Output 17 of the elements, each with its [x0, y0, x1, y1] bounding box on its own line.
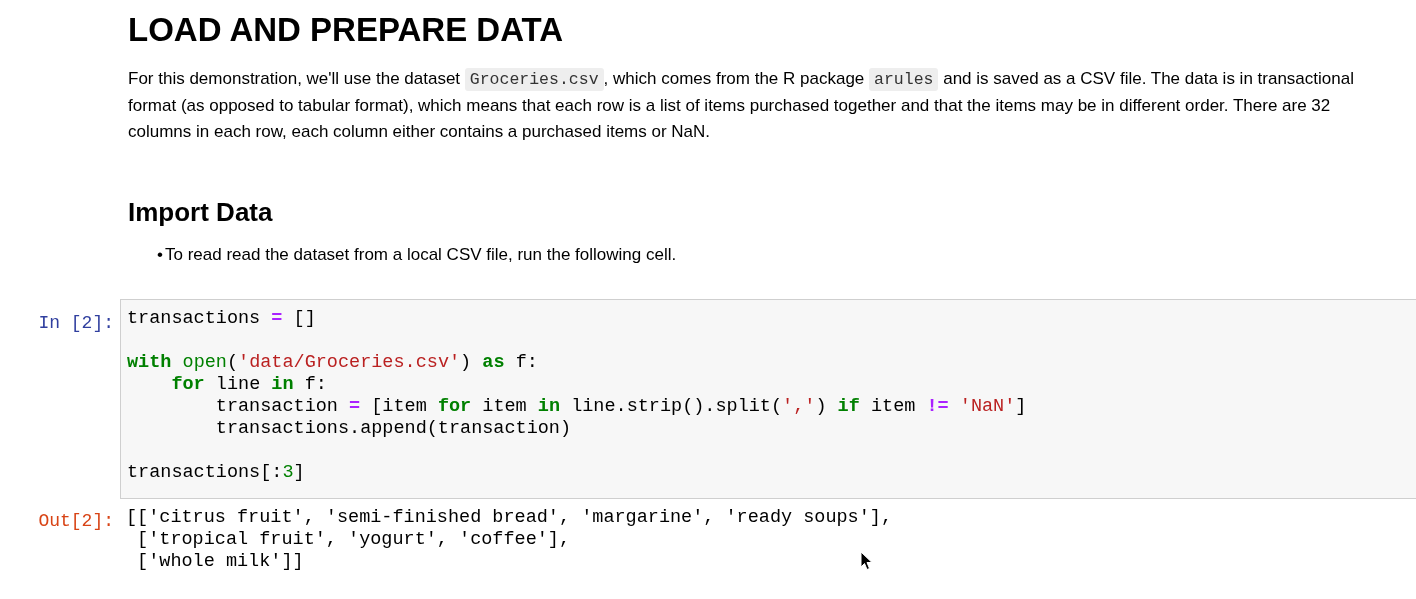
output-line: [['citrus fruit', 'semi-finished bread', 'margarine', 'ready soups'], [126, 507, 893, 530]
subheading: Import Data [128, 196, 274, 228]
code-line: transaction = [item for item in line.strip().split(',') if item != 'NaN'] [215, 396, 1027, 419]
input-prompt: In [2]: [37, 312, 115, 336]
code-line: transactions.append(transaction) [215, 418, 572, 441]
bullet-marker: • [156, 243, 163, 266]
code-line: for line in f: [171, 374, 327, 397]
code-line: with open('data/Groceries.csv') as f: [127, 352, 538, 375]
mouse-cursor-icon [860, 551, 873, 571]
code-line: transactions[:3] [127, 462, 305, 485]
output-line: ['whole milk']] [136, 551, 304, 574]
intro-paragraph: For this demonstration, we'll use the dataset Groceries.csv , which comes from the R package arules and is saved as a CSV file. The data is in transactional format (as opposed to tabular format), which means that each row is a list of items purchased together and that the items may be in different order. There are 32 columns in each row, each column either contains a purchased items or NaN. [128, 66, 1355, 143]
output-prompt: Out[2]: [37, 510, 115, 534]
output-line: ['tropical fruit', 'yogurt', 'coffee'], [136, 529, 571, 552]
heading: LOAD AND PREPARE DATA [128, 10, 565, 50]
bullet-text: To read read the dataset from a local CSV file, run the following cell. [165, 244, 677, 264]
code-line: transactions = [] [127, 308, 316, 331]
